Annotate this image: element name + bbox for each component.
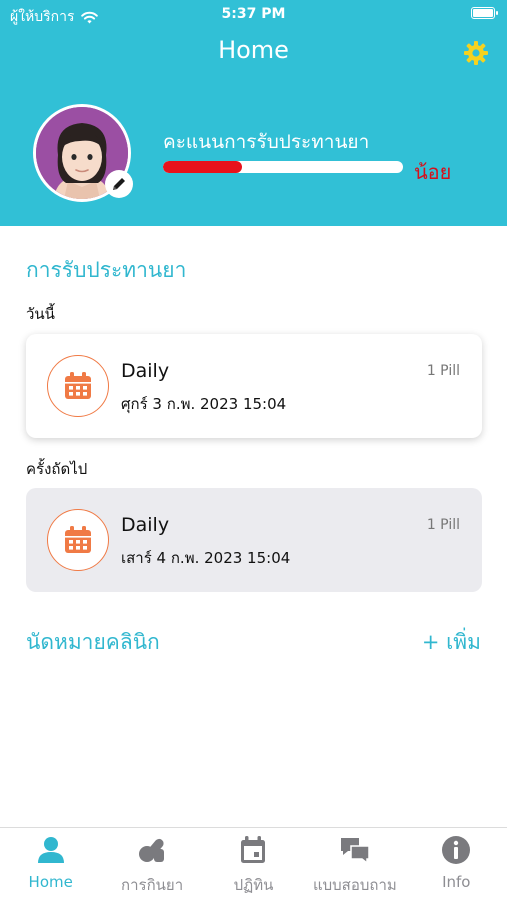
medication-datetime: ศุกร์ 3 ก.พ. 2023 15:04: [121, 395, 287, 413]
tab-questionnaire[interactable]: แบบสอบถาม: [304, 828, 405, 900]
calendar-icon-circle: [47, 509, 109, 571]
score-progress-fill: [163, 161, 243, 173]
calendar-icon: [65, 526, 91, 553]
page-title: Home: [218, 36, 289, 64]
info-icon: [442, 836, 471, 864]
person-icon: [37, 837, 64, 863]
tab-home[interactable]: Home: [0, 828, 101, 900]
chat-bubbles-icon: [340, 838, 370, 865]
medication-card-today[interactable]: Daily ศุกร์ 3 ก.พ. 2023 15:04 1 Pill: [26, 334, 482, 438]
calendar-icon: [241, 836, 266, 863]
tab-label: แบบสอบถาม: [312, 876, 397, 894]
tab-bar: Home การกินยา ปฏิทิน แบบสอบถาม Info: [0, 827, 507, 900]
tab-label: การกินยา: [121, 876, 184, 894]
medication-title: Daily: [121, 360, 170, 382]
next-label: ครั้งถัดไป: [26, 460, 88, 478]
calendar-icon: [65, 372, 91, 399]
tab-label: ปฏิทิน: [233, 876, 274, 894]
status-bar: ผู้ให้บริการ 5:37 PM: [0, 0, 507, 28]
tab-calendar[interactable]: ปฏิทิน: [203, 828, 304, 900]
avatar[interactable]: [33, 104, 133, 202]
today-label: วันนี้: [26, 305, 55, 323]
header: ผู้ให้บริการ 5:37 PM Home คะแนนการรับประ…: [0, 0, 507, 226]
add-appointment-button[interactable]: + เพิ่ม: [422, 626, 481, 659]
status-time: 5:37 PM: [221, 6, 286, 22]
tab-label: Home: [28, 873, 73, 891]
pill-count: 1 Pill: [426, 363, 460, 379]
score-label: คะแนนการรับประทานยา: [163, 131, 370, 153]
medication-datetime: เสาร์ 4 ก.พ. 2023 15:04: [121, 549, 291, 567]
tab-medication[interactable]: การกินยา: [101, 828, 202, 900]
pills-icon: [139, 838, 165, 862]
score-level: น้อย: [414, 160, 452, 184]
tab-label: Info: [442, 873, 471, 891]
pencil-icon: [113, 178, 125, 190]
medication-title: Daily: [121, 514, 170, 536]
calendar-icon-circle: [47, 355, 109, 417]
clinic-section-title: นัดหมายคลินิก: [26, 630, 160, 654]
score-progress-bar: [163, 161, 403, 173]
tab-info[interactable]: Info: [406, 828, 507, 900]
battery-icon: [471, 7, 498, 19]
pill-count: 1 Pill: [426, 517, 460, 533]
gear-icon[interactable]: [463, 40, 489, 66]
medication-section-title: การรับประทานยา: [26, 258, 187, 282]
medication-card-next[interactable]: Daily เสาร์ 4 ก.พ. 2023 15:04 1 Pill: [26, 488, 482, 592]
edit-avatar-button[interactable]: [105, 170, 133, 198]
